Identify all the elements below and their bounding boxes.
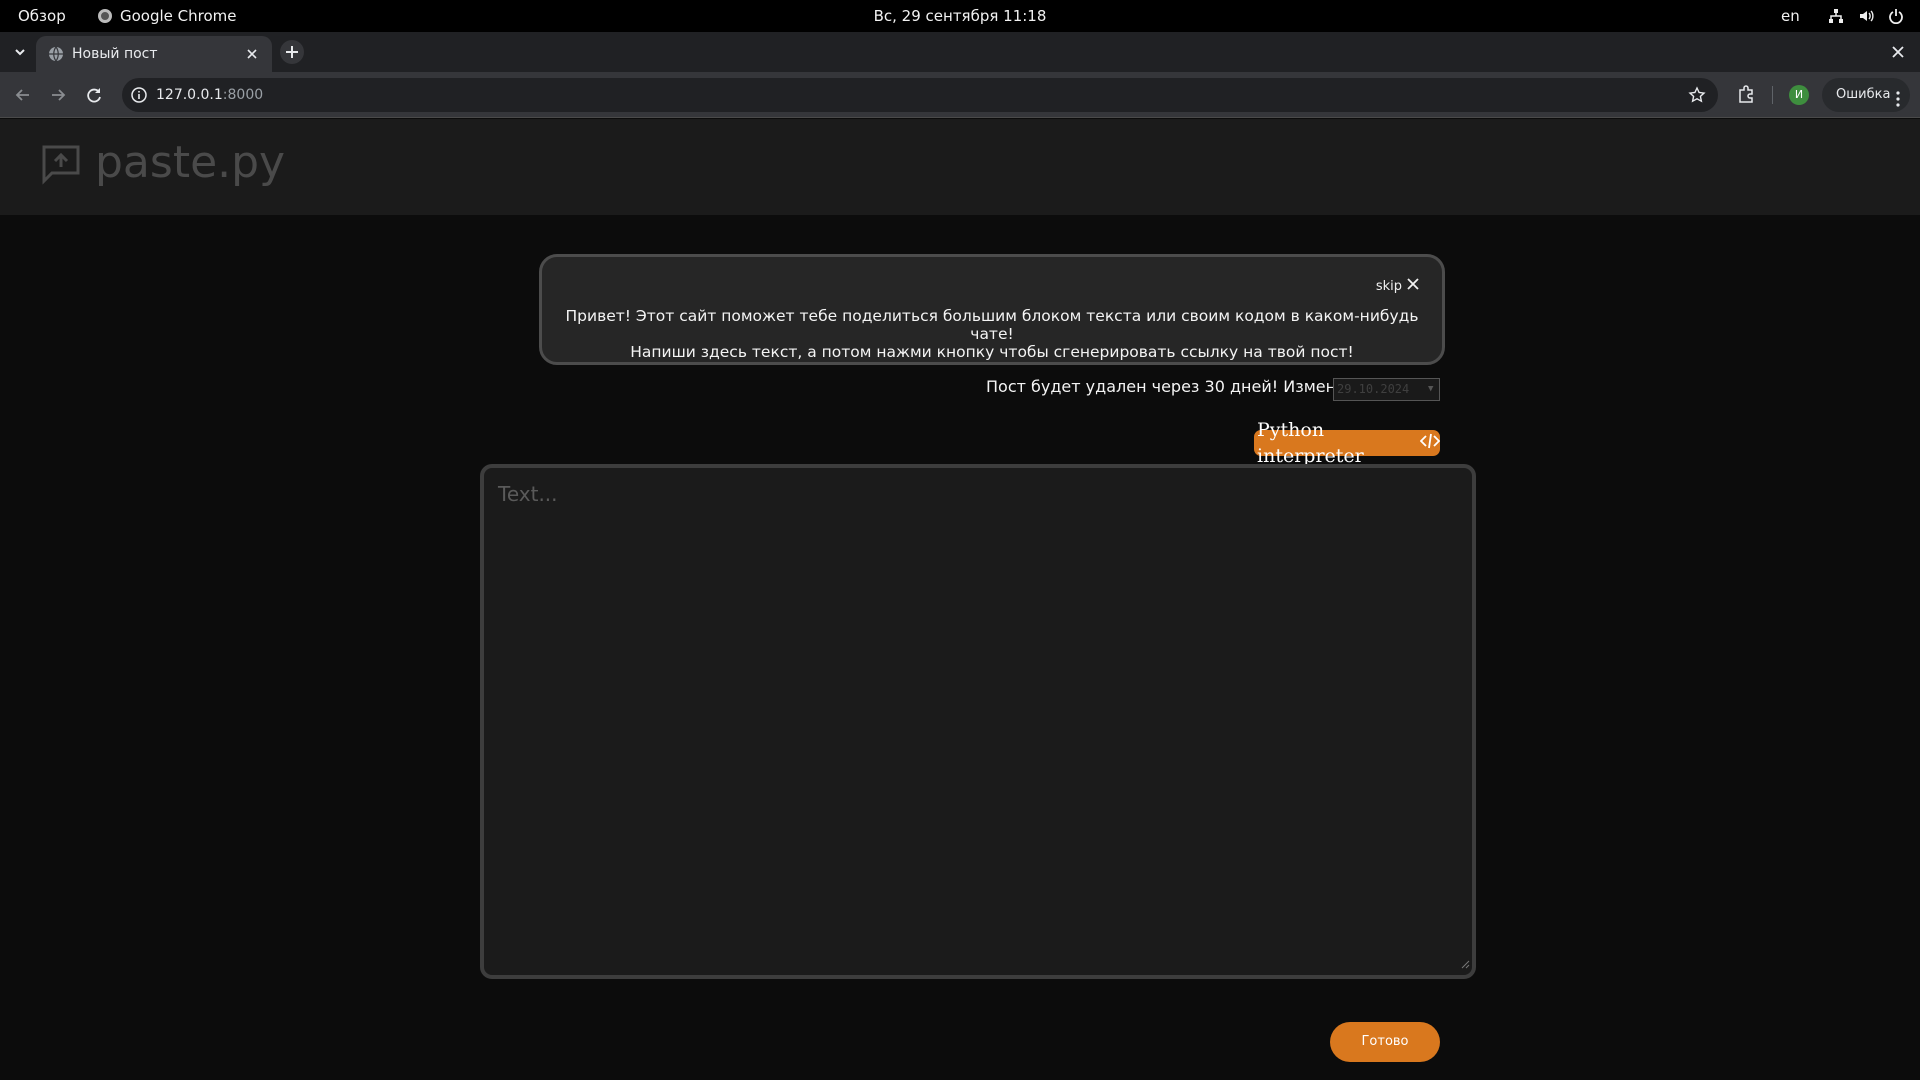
url-host: 127.0.0.1 [156, 87, 223, 103]
tab-strip: Новый пост [0, 32, 1920, 72]
bookmark-star-icon[interactable] [1688, 86, 1706, 108]
error-label: Ошибка [1836, 87, 1891, 102]
editor-placeholder: Text... [498, 482, 558, 506]
more-vert-icon [1896, 87, 1900, 121]
date-spinner-icon[interactable]: ▼ [1428, 385, 1436, 394]
reload-icon[interactable] [83, 84, 105, 106]
tab-title: Новый пост [72, 46, 158, 62]
profile-avatar[interactable]: И [1789, 85, 1809, 105]
browser-toolbar: 127.0.0.1:8000 И Ошибка [0, 72, 1920, 118]
network-icon [1828, 8, 1844, 24]
chrome-menu-error-button[interactable]: Ошибка [1822, 78, 1910, 112]
submit-button[interactable]: Готово [1330, 1022, 1440, 1062]
system-top-bar: Обзор Google Chrome Вс, 29 сентября 11:1… [0, 0, 1920, 32]
close-window-icon[interactable] [1888, 42, 1908, 66]
welcome-message: Привет! Этот сайт поможет тебе поделитьс… [542, 307, 1442, 361]
forward-arrow-icon[interactable] [47, 84, 69, 106]
tab-new-post[interactable]: Новый пост [36, 36, 272, 72]
address-bar[interactable]: 127.0.0.1:8000 [122, 78, 1718, 112]
expiry-label: Пост будет удален через 30 дней! Изменит… [986, 377, 1371, 396]
resize-handle-icon[interactable] [1460, 954, 1470, 973]
python-interpreter-button[interactable]: Python interpreter [1254, 419, 1441, 467]
close-icon [1406, 277, 1420, 295]
expiry-date-input[interactable]: 29.10.2024 ▼ [1333, 378, 1440, 401]
extensions-puzzle-icon[interactable] [1736, 84, 1756, 108]
code-icon [1419, 430, 1441, 456]
back-arrow-icon[interactable] [12, 84, 34, 106]
skip-label: skip [1375, 278, 1402, 294]
welcome-line-1: Привет! Этот сайт поможет тебе поделитьс… [565, 307, 1419, 343]
site-header: paste.py [0, 119, 1920, 215]
text-editor[interactable]: Text... [480, 464, 1476, 979]
welcome-banner: skip Привет! Этот сайт поможет тебе поде… [539, 254, 1445, 365]
volume-icon [1858, 8, 1874, 24]
skip-button[interactable]: skip [1376, 277, 1420, 295]
site-info-icon[interactable] [130, 86, 148, 108]
expiry-date-value: 29.10.2024 [1337, 382, 1410, 396]
power-icon [1888, 8, 1904, 24]
url-port: :8000 [222, 87, 264, 103]
welcome-line-2: Напиши здесь текст, а потом нажми кнопку… [630, 343, 1354, 361]
language-indicator[interactable]: en [1781, 0, 1800, 32]
url-text: 127.0.0.1:8000 [156, 78, 263, 112]
clock[interactable]: Вс, 29 сентября 11:18 [0, 0, 1920, 32]
globe-icon [48, 46, 64, 66]
close-tab-icon[interactable] [244, 46, 260, 66]
tab-search-chevron-icon[interactable] [10, 42, 30, 62]
site-logo[interactable]: paste.py [95, 137, 285, 188]
system-menu[interactable] [1828, 0, 1904, 32]
page-content: paste.py skip Привет! Этот сайт поможет … [0, 119, 1920, 1080]
python-interpreter-label: Python interpreter [1257, 419, 1364, 467]
new-tab-button[interactable] [280, 40, 304, 64]
upload-message-icon [40, 143, 82, 189]
toolbar-separator [1772, 86, 1773, 104]
